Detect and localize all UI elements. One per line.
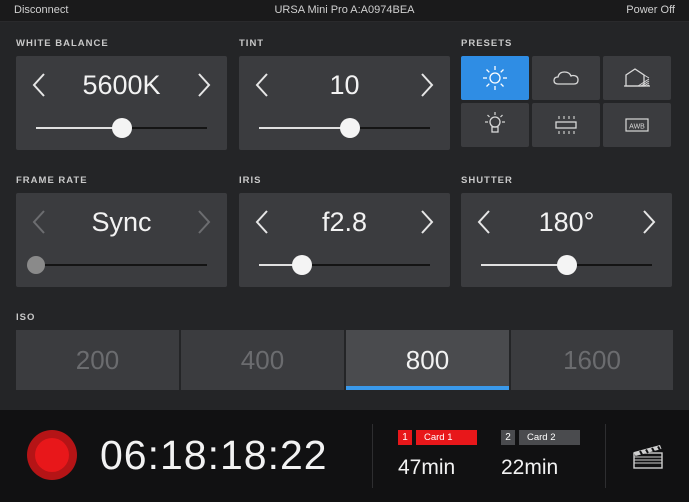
preset-awb-button[interactable]: AWB <box>603 103 671 147</box>
iris-increase-button[interactable] <box>416 207 436 237</box>
clapperboard-icon[interactable] <box>633 443 663 469</box>
card-1-remaining: 47min <box>398 456 456 479</box>
iso-option-label: 400 <box>240 345 285 375</box>
frame-rate-increase-button[interactable] <box>193 207 213 237</box>
preset-shade-button[interactable] <box>603 56 671 100</box>
presets-label: PRESETS <box>461 38 513 49</box>
tungsten-bulb-icon <box>485 112 505 133</box>
chevron-right-icon <box>421 73 434 97</box>
shade-icon <box>624 68 650 87</box>
preset-daylight-button[interactable] <box>461 56 529 100</box>
white-balance-slider-knob[interactable] <box>111 118 132 138</box>
chevron-right-icon <box>198 210 211 234</box>
white-balance-slider-fill <box>36 127 122 129</box>
sun-icon <box>483 66 507 90</box>
iris-panel: f2.8 <box>239 193 450 287</box>
preset-cloudy-button[interactable] <box>532 56 600 100</box>
card-1-name: Card 1 <box>416 430 477 445</box>
preset-fluorescent-button[interactable] <box>532 103 600 147</box>
settings-area: WHITE BALANCE 5600K TINT 10 PRESETS AWB … <box>0 22 689 410</box>
shutter-slider-knob[interactable] <box>556 255 577 275</box>
cloud-icon <box>553 71 579 85</box>
tint-label: TINT <box>239 38 265 49</box>
white-balance-panel: 5600K <box>16 56 227 150</box>
shutter-label: SHUTTER <box>461 175 513 186</box>
card-2-name: Card 2 <box>519 430 580 445</box>
iso-selected-indicator <box>346 386 509 390</box>
frame-rate-label: FRAME RATE <box>16 175 88 186</box>
chevron-right-icon <box>198 73 211 97</box>
iso-option-400[interactable]: 400 <box>181 330 344 390</box>
white-balance-label: WHITE BALANCE <box>16 38 109 49</box>
frame-rate-slider-knob[interactable] <box>27 256 45 274</box>
record-bar: 06:18:18:22 1 Card 1 47min 2 Card 2 22mi… <box>0 410 689 502</box>
iris-slider-track[interactable] <box>259 255 430 275</box>
iso-option-800[interactable]: 800 <box>346 330 509 390</box>
preset-tungsten-button[interactable] <box>461 103 529 147</box>
divider <box>372 424 373 488</box>
tint-slider-knob[interactable] <box>339 118 360 138</box>
top-bar: Disconnect URSA Mini Pro A:A0974BEA Powe… <box>0 0 689 22</box>
power-off-button[interactable]: Power Off <box>626 4 675 16</box>
iso-option-label: 200 <box>75 345 120 375</box>
record-button[interactable] <box>27 430 77 480</box>
shutter-panel: 180° <box>461 193 672 287</box>
shutter-slider-fill <box>481 264 567 266</box>
iso-label: ISO <box>16 312 36 323</box>
white-balance-slider-track[interactable] <box>36 118 207 138</box>
iso-option-label: 800 <box>405 345 450 375</box>
shutter-increase-button[interactable] <box>638 207 658 237</box>
iso-option-200[interactable]: 200 <box>16 330 179 390</box>
iso-option-label: 1600 <box>563 345 621 375</box>
card-2-number: 2 <box>501 430 515 445</box>
frame-rate-panel: Sync <box>16 193 227 287</box>
shutter-slider-track[interactable] <box>481 255 652 275</box>
chevron-right-icon <box>643 210 656 234</box>
card-1-number: 1 <box>398 430 412 445</box>
card-2-remaining: 22min <box>501 456 559 479</box>
tint-increase-button[interactable] <box>416 70 436 100</box>
timecode: 06:18:18:22 <box>100 432 328 478</box>
frame-rate-slider-track[interactable] <box>27 256 207 274</box>
chevron-right-icon <box>421 210 434 234</box>
camera-name: URSA Mini Pro A:A0974BEA <box>274 4 415 16</box>
iso-option-1600[interactable]: 1600 <box>511 330 673 390</box>
white-balance-increase-button[interactable] <box>193 70 213 100</box>
awb-text: AWB <box>629 124 645 131</box>
tint-slider-track[interactable] <box>259 118 430 138</box>
fluorescent-icon <box>555 116 577 134</box>
awb-icon: AWB <box>625 118 649 132</box>
record-icon <box>35 438 69 472</box>
divider <box>605 424 606 488</box>
iris-slider-knob[interactable] <box>291 255 312 275</box>
iris-label: IRIS <box>239 175 262 186</box>
tint-panel: 10 <box>239 56 450 150</box>
tint-slider-fill <box>259 127 350 129</box>
